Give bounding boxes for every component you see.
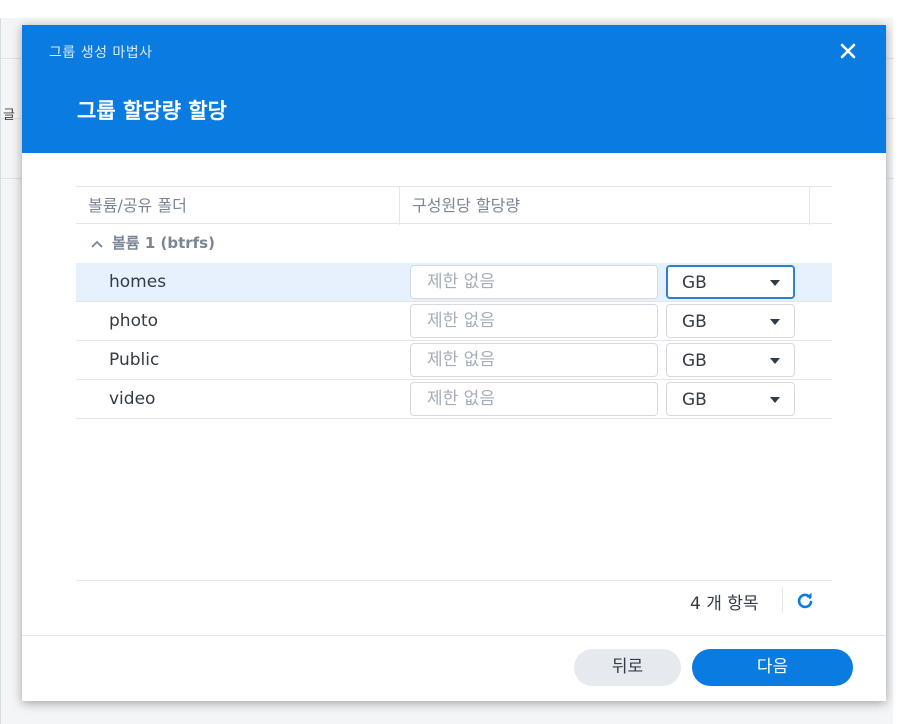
unit-value: GB — [682, 390, 707, 410]
folder-name: homes — [109, 272, 167, 292]
table-row[interactable]: photo 제한 없음 GB — [76, 302, 832, 341]
unit-select[interactable]: GB — [666, 265, 795, 299]
volume-group-label: 볼륨 1 (btrfs) — [112, 234, 215, 252]
item-count: 4 개 항목 — [690, 594, 759, 614]
table-row[interactable]: homes 제한 없음 GB — [76, 263, 832, 302]
unit-select[interactable]: GB — [666, 304, 795, 338]
caret-down-icon — [770, 280, 780, 286]
quota-table: 볼륨/공유 폴더 구성원당 할당량 볼륨 1 (btrfs) homes 제한 … — [76, 186, 832, 419]
folder-name: photo — [109, 311, 159, 331]
table-footer-divider — [76, 580, 832, 581]
close-button[interactable] — [838, 41, 858, 61]
unit-select[interactable]: GB — [666, 343, 795, 377]
next-button[interactable]: 다음 — [692, 649, 853, 686]
close-icon — [840, 43, 856, 59]
caret-down-icon — [770, 358, 780, 364]
table-row[interactable]: video 제한 없음 GB — [76, 380, 832, 419]
dialog-footer-divider — [22, 635, 886, 636]
table-row[interactable]: Public 제한 없음 GB — [76, 341, 832, 380]
unit-value: GB — [682, 312, 707, 332]
unit-value: GB — [682, 351, 707, 371]
background-partial-text: 글 — [3, 108, 15, 123]
quota-input[interactable]: 제한 없음 — [410, 382, 658, 416]
quota-input[interactable]: 제한 없음 — [410, 304, 658, 338]
step-title: 그룹 할당량 할당 — [77, 99, 227, 123]
caret-down-icon — [770, 319, 780, 325]
chevron-up-icon[interactable] — [90, 239, 104, 249]
volume-group-row[interactable]: 볼륨 1 (btrfs) — [76, 224, 832, 263]
wizard-title: 그룹 생성 마법사 — [49, 45, 153, 61]
column-header-folder[interactable]: 볼륨/공유 폴더 — [76, 187, 400, 225]
quota-input[interactable]: 제한 없음 — [410, 343, 658, 377]
column-header-quota[interactable]: 구성원당 할당량 — [400, 187, 810, 225]
group-wizard-dialog: 그룹 생성 마법사 그룹 할당량 할당 볼륨/공유 폴더 구성원당 할당량 볼륨… — [22, 25, 886, 701]
folder-name: video — [109, 389, 156, 409]
dialog-header: 그룹 생성 마법사 그룹 할당량 할당 — [22, 25, 886, 153]
footer-separator — [782, 587, 783, 613]
unit-select[interactable]: GB — [666, 382, 795, 416]
folder-name: Public — [109, 350, 160, 370]
caret-down-icon — [770, 397, 780, 403]
refresh-icon — [797, 592, 813, 609]
refresh-button[interactable] — [795, 591, 815, 611]
table-header: 볼륨/공유 폴더 구성원당 할당량 — [76, 186, 832, 225]
back-button[interactable]: 뒤로 — [574, 649, 681, 686]
unit-value: GB — [682, 273, 707, 293]
quota-input[interactable]: 제한 없음 — [410, 265, 658, 299]
